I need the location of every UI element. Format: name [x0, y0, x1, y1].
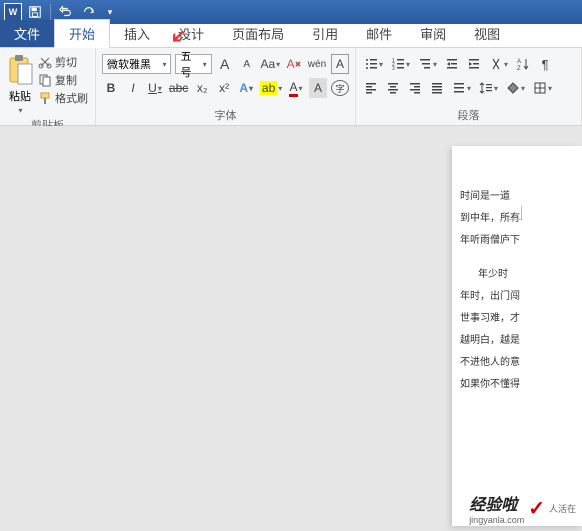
tab-review[interactable]: 审阅 [406, 20, 460, 47]
svg-text:3: 3 [392, 66, 395, 71]
distribute-button[interactable]: ▾ [450, 78, 473, 98]
doc-text-selected[interactable]: 年少时 [478, 269, 508, 280]
show-marks-button[interactable]: ¶ [536, 54, 554, 74]
numbering-button[interactable]: 123▾ [389, 54, 412, 74]
font-name-value: 微软雅黑 [107, 56, 151, 72]
document-area[interactable]: 时间是一道 到中年，所有 年听雨僧庐下 年少时 年时，出门闯 世事习难，才 越明… [0, 126, 582, 531]
sort-button[interactable]: AZ [514, 54, 532, 74]
shrink-font-button[interactable]: A [238, 54, 256, 74]
multilevel-button[interactable]: ▾ [416, 54, 439, 74]
document-page[interactable]: 时间是一道 到中年，所有 年听雨僧庐下 年少时 年时，出门闯 世事习难，才 越明… [452, 146, 582, 526]
align-right-button[interactable] [406, 78, 424, 98]
strike-button[interactable]: abc [168, 78, 189, 98]
paste-icon[interactable] [6, 54, 34, 86]
italic-button[interactable]: I [124, 78, 142, 98]
font-size-select[interactable]: 五号▾ [175, 54, 211, 74]
page-margin-mark [508, 206, 522, 220]
watermark: 经验啦 jingyanla.com ✓ 人活在 [469, 491, 576, 525]
clear-format-button[interactable]: A✖ [285, 54, 303, 74]
save-icon[interactable] [26, 3, 44, 21]
increase-indent-button[interactable] [465, 54, 483, 74]
watermark-tag: 人活在 [549, 502, 576, 515]
align-left-button[interactable] [362, 78, 380, 98]
checkmark-icon: ✓ [528, 496, 545, 521]
ribbon-tabs: 文件 开始 插入 设计 页面布局 引用 邮件 审阅 视图 [0, 24, 582, 48]
shading-button[interactable]: ▾ [504, 78, 527, 98]
tab-mailings[interactable]: 邮件 [352, 20, 406, 47]
pinyin-button[interactable]: wén [307, 54, 327, 74]
font-group-label: 字体 [102, 105, 349, 125]
font-color-button[interactable]: A▾ [287, 78, 305, 98]
grow-font-button[interactable]: A [216, 54, 234, 74]
copy-button[interactable]: 复制 [38, 72, 88, 88]
format-painter-button[interactable]: 格式刷 [38, 90, 88, 106]
doc-text[interactable]: 年听雨僧庐下 [460, 230, 576, 252]
tab-references[interactable]: 引用 [298, 20, 352, 47]
cut-button[interactable]: 剪切 [38, 54, 88, 70]
cut-label: 剪切 [55, 54, 77, 70]
asian-layout-button[interactable]: ▾ [487, 54, 510, 74]
tab-insert[interactable]: 插入 [110, 20, 164, 47]
font-size-value: 五号 [180, 48, 201, 80]
watermark-brand: 经验啦 [469, 491, 524, 515]
borders-button[interactable]: ▾ [531, 78, 554, 98]
tab-home[interactable]: 开始 [54, 19, 110, 48]
group-font: 微软雅黑▾ 五号▾ A A Aa▾ A✖ wén A B I U▾ abc x₂… [96, 48, 356, 125]
justify-button[interactable] [428, 78, 446, 98]
svg-text:Z: Z [517, 66, 521, 71]
underline-button[interactable]: U▾ [146, 78, 164, 98]
tab-view[interactable]: 视图 [460, 20, 514, 47]
change-case-button[interactable]: Aa▾ [260, 54, 281, 74]
svg-text:A: A [517, 59, 521, 65]
decrease-indent-button[interactable] [443, 54, 461, 74]
char-shading-button[interactable]: A [309, 78, 327, 98]
doc-text-selected[interactable]: 越明白，越是 [460, 335, 520, 346]
group-paragraph: ▾ 123▾ ▾ ▾ AZ ¶ ▾ ▾ ▾ ▾ [356, 48, 582, 125]
doc-text[interactable]: 时间是一道 [460, 186, 576, 208]
watermark-url: jingyanla.com [469, 515, 524, 525]
bold-button[interactable]: B [102, 78, 120, 98]
group-clipboard: 粘贴 ▾ 剪切 复制 格式刷 剪贴板 [0, 48, 96, 125]
line-spacing-button[interactable]: ▾ [477, 78, 500, 98]
highlight-button[interactable]: ab▾ [259, 78, 283, 98]
bullets-button[interactable]: ▾ [362, 54, 385, 74]
doc-text-selected[interactable]: 世事习难，才 [460, 313, 520, 324]
enclosed-char-button[interactable]: 字 [331, 80, 349, 96]
word-app-icon: W [4, 3, 22, 21]
align-center-button[interactable] [384, 78, 402, 98]
ribbon: 粘贴 ▾ 剪切 复制 格式刷 剪贴板 [0, 48, 582, 126]
subscript-button[interactable]: x₂ [193, 78, 211, 98]
paragraph-group-label: 段落 [362, 105, 575, 125]
doc-text[interactable]: 如果你不懂得 [460, 374, 576, 396]
tab-layout[interactable]: 页面布局 [218, 20, 298, 47]
paste-dropdown-icon[interactable]: ▾ [18, 106, 22, 115]
format-painter-label: 格式刷 [55, 90, 88, 106]
doc-text[interactable]: 不进他人的意 [460, 352, 576, 374]
font-name-select[interactable]: 微软雅黑▾ [102, 54, 171, 74]
tab-file[interactable]: 文件 [0, 20, 54, 47]
paste-label[interactable]: 粘贴 [9, 88, 31, 104]
text-effect-button[interactable]: A▾ [237, 78, 255, 98]
char-border-button[interactable]: A [331, 54, 349, 74]
doc-text-selected[interactable]: 年时，出门闯 [460, 291, 520, 302]
superscript-button[interactable]: x² [215, 78, 233, 98]
copy-label: 复制 [55, 72, 77, 88]
